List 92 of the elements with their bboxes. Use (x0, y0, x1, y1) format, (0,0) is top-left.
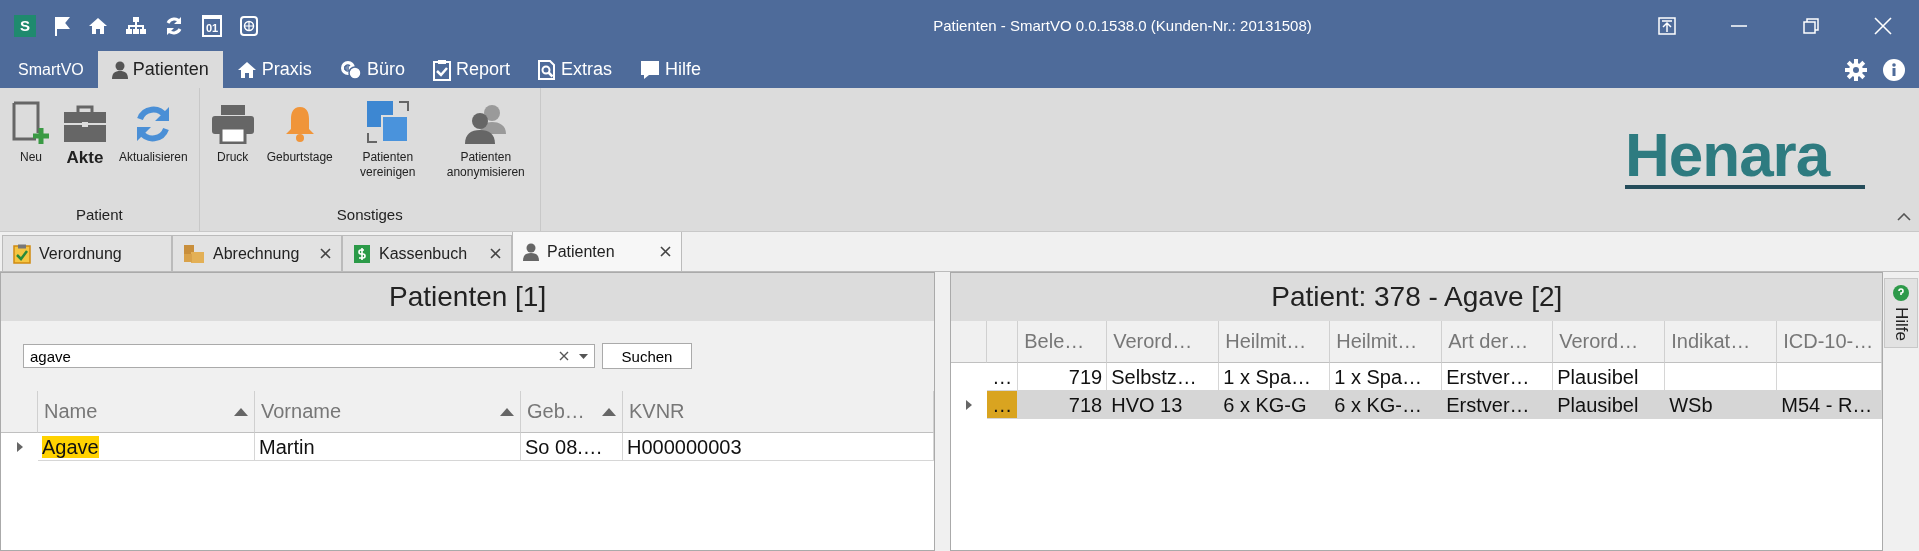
ribbon-button[interactable]: Akte (58, 94, 112, 200)
column-header (951, 321, 988, 363)
column-header[interactable]: ICD-10-… (1777, 321, 1883, 363)
table-cell: Agave (42, 436, 99, 458)
bell-icon (284, 104, 315, 144)
table-cell: So 08.… (525, 436, 603, 458)
column-header (987, 321, 1019, 363)
collapse-ribbon-icon[interactable] (1897, 213, 1911, 221)
ribbon-button[interactable]: Neu (6, 94, 56, 200)
menu-tab[interactable]: Hilfe (625, 51, 715, 88)
briefcase-icon (63, 104, 107, 144)
coins-icon (339, 59, 362, 80)
document-tab[interactable]: Kassenbuch (342, 235, 512, 271)
status-marker: … (987, 391, 1019, 419)
column-header[interactable]: Indikat… (1665, 321, 1778, 363)
column-header[interactable]: Heilmit… (1219, 321, 1331, 363)
document-tab[interactable]: Abrechnung (172, 235, 342, 271)
current-row-icon (966, 400, 973, 410)
group-label: Patient (75, 205, 124, 225)
ribbon-button[interactable]: Aktualisieren (114, 94, 193, 200)
henara-logo: Henara (1625, 126, 1865, 190)
menu-tab[interactable]: SmartVO (4, 51, 98, 88)
sitemap-icon[interactable] (126, 16, 146, 35)
panel-title: Patient: 378 - Agave [2] (951, 273, 1883, 321)
menu-tab[interactable]: Praxis (222, 51, 326, 88)
close-icon[interactable] (660, 246, 671, 257)
menu-tab[interactable]: Büro (325, 51, 419, 88)
document-tab[interactable]: Patienten (512, 231, 682, 271)
merge-windows-icon (365, 100, 410, 144)
app-logo[interactable]: S (14, 14, 36, 37)
sort-ascending-icon (234, 407, 248, 416)
globe-icon[interactable] (240, 15, 259, 36)
panel-title: Patienten [1] (1, 273, 935, 321)
table-cell: HVO 13 (1107, 391, 1220, 419)
settings-icon[interactable] (1845, 58, 1867, 81)
help-side-tab[interactable]: Hilfe (1884, 278, 1919, 348)
refresh-icon[interactable] (164, 15, 184, 36)
table-cell: 6 x KG-G (1219, 391, 1331, 419)
help-icon (1893, 285, 1910, 301)
column-header[interactable]: KVNR (623, 391, 935, 433)
window-title: Patienten - SmartVO 0.0.1538.0 (Kunden-Nr.: 20131508) (932, 17, 1313, 34)
sort-ascending-icon (500, 407, 514, 416)
document-search-icon (537, 59, 556, 80)
table-cell: 6 x KG-… (1330, 391, 1443, 419)
printer-icon (210, 104, 255, 144)
boxes-icon (183, 243, 205, 264)
dropdown-icon[interactable] (579, 353, 588, 359)
column-header[interactable]: Vorname (255, 391, 521, 433)
column-header[interactable]: Geb… (521, 391, 623, 433)
clear-icon[interactable] (559, 351, 569, 361)
ribbon-button[interactable]: Patienten anonymisieren (437, 94, 534, 200)
ribbon-button[interactable]: Druck (205, 94, 260, 200)
table-cell: H000000003 (627, 436, 742, 458)
table-cell: WSb (1665, 391, 1778, 419)
status-marker: … (987, 363, 1019, 391)
close-icon[interactable] (490, 248, 501, 259)
menu-tab[interactable]: Report (418, 51, 524, 88)
search-field[interactable]: agave (23, 344, 595, 368)
cash-book-icon (353, 243, 371, 264)
ribbon-button[interactable]: Geburtstage (261, 94, 338, 200)
table-cell: M54 - R… (1777, 391, 1883, 419)
current-row-icon (16, 442, 23, 452)
new-document-icon (11, 100, 51, 144)
home-icon (236, 60, 257, 79)
clipboard-check-icon (432, 58, 451, 81)
column-header[interactable]: Verord… (1553, 321, 1666, 363)
flag-icon[interactable] (54, 15, 70, 36)
users-icon (463, 104, 508, 144)
document-tab[interactable]: Verordnung (2, 235, 172, 271)
column-header[interactable]: Verord… (1107, 321, 1220, 363)
menu-tab[interactable]: Patienten (97, 51, 223, 88)
person-icon (523, 242, 539, 261)
person-icon (111, 60, 128, 79)
table-cell: Erstver… (1442, 391, 1554, 419)
calendar-icon[interactable]: 01 (202, 14, 223, 37)
column-header[interactable]: Name (38, 391, 255, 433)
close-icon[interactable] (320, 248, 331, 259)
menu-tab[interactable]: Extras (523, 51, 626, 88)
column-header[interactable]: Heilmit… (1330, 321, 1443, 363)
clipboard-check-icon (13, 243, 31, 264)
search-button[interactable]: Suchen (602, 343, 692, 369)
ribbon-button[interactable]: Patienten vereinigen (339, 94, 436, 200)
home-icon[interactable] (88, 16, 108, 35)
table-cell: Martin (259, 436, 315, 458)
info-icon[interactable] (1883, 58, 1905, 81)
column-header[interactable]: Bele… (1018, 321, 1108, 363)
group-label: Sonstiges (335, 205, 404, 225)
help-bubble-icon (639, 59, 660, 80)
sort-ascending-icon (602, 407, 616, 416)
column-header[interactable]: Art der… (1442, 321, 1554, 363)
table-cell: Plausibel (1553, 391, 1666, 419)
table-cell: 718 (1018, 391, 1108, 419)
